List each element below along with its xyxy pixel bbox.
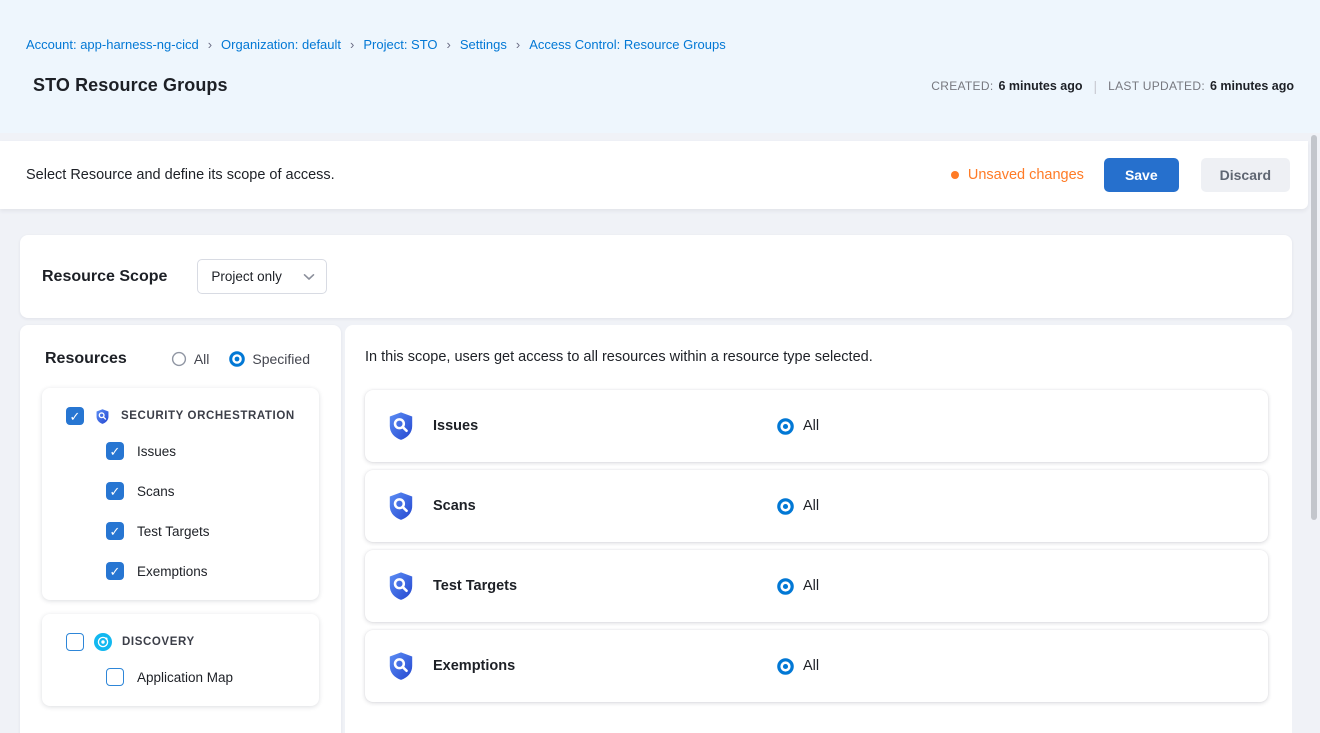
radio-checked-icon [229, 351, 245, 367]
item-label-exemptions[interactable]: Exemptions [137, 564, 208, 579]
access-row-scans: Scans All [365, 470, 1268, 542]
last-updated-value: 6 minutes ago [1210, 79, 1294, 93]
chevron-right-icon: › [516, 38, 520, 51]
access-row-test-targets: Test Targets All [365, 550, 1268, 622]
item-label-issues[interactable]: Issues [137, 444, 176, 459]
content-area: Resource Scope Project only Resources Al… [0, 209, 1308, 733]
sto-shield-icon [385, 570, 417, 602]
scope-description: In this scope, users get access to all r… [365, 349, 1268, 365]
access-radio-test-targets[interactable]: All [777, 578, 819, 595]
created-value: 6 minutes ago [998, 79, 1082, 93]
breadcrumb-organization-link[interactable]: Organization: default [221, 37, 341, 52]
group-discovery: DISCOVERY Application Map [42, 614, 319, 706]
checkbox-test-targets[interactable]: ✓ [106, 522, 124, 540]
item-label-test-targets[interactable]: Test Targets [137, 524, 210, 539]
checkbox-security-orchestration[interactable]: ✓ [66, 407, 84, 425]
resource-scope-label: Resource Scope [42, 268, 167, 286]
group-security-orchestration: ✓ SECURITY ORCHESTRATION ✓ Issues ✓ Scan… [42, 388, 319, 600]
breadcrumb-account-link[interactable]: Account: app-harness-ng-cicd [26, 37, 199, 52]
created-label: CREATED: [931, 79, 993, 93]
group-label-discovery: DISCOVERY [122, 636, 195, 648]
resources-panel-title: Resources [45, 350, 127, 368]
resource-item-test-targets: ✓ Test Targets [42, 511, 319, 551]
access-radio-issues[interactable]: All [777, 418, 819, 435]
unsaved-changes-indicator: Unsaved changes [951, 167, 1084, 183]
resource-item-exemptions: ✓ Exemptions [42, 551, 319, 591]
radio-checked-icon [777, 418, 794, 435]
resource-scope-selected-value: Project only [211, 269, 282, 284]
access-row-issues: Issues All [365, 390, 1268, 462]
action-toolbar: Select Resource and define its scope of … [0, 141, 1308, 209]
row-label-exemptions: Exemptions [433, 658, 515, 674]
checkbox-scans[interactable]: ✓ [106, 482, 124, 500]
save-button[interactable]: Save [1104, 158, 1179, 192]
toolbar-description: Select Resource and define its scope of … [26, 167, 335, 183]
resources-panel: Resources All Specified [20, 325, 341, 733]
access-label-exemptions: All [803, 658, 819, 674]
chevron-right-icon: › [447, 38, 451, 51]
item-label-scans[interactable]: Scans [137, 484, 175, 499]
unsaved-changes-label: Unsaved changes [968, 167, 1084, 183]
page-header: Account: app-harness-ng-cicd › Organizat… [0, 0, 1320, 133]
chevron-down-icon [303, 273, 315, 281]
sto-shield-icon [385, 490, 417, 522]
breadcrumb-settings-link[interactable]: Settings [460, 37, 507, 52]
radio-specified[interactable]: Specified [229, 351, 310, 367]
access-radio-exemptions[interactable]: All [777, 658, 819, 675]
discovery-icon [94, 633, 112, 651]
access-radio-scans[interactable]: All [777, 498, 819, 515]
breadcrumb-project-link[interactable]: Project: STO [363, 37, 437, 52]
access-label-scans: All [803, 498, 819, 514]
radio-unchecked-icon [171, 351, 187, 367]
radio-checked-icon [777, 498, 794, 515]
access-row-exemptions: Exemptions All [365, 630, 1268, 702]
row-label-scans: Scans [433, 498, 476, 514]
scope-detail-panel: In this scope, users get access to all r… [345, 325, 1292, 733]
checkbox-discovery[interactable] [66, 633, 84, 651]
page-title: STO Resource Groups [33, 75, 228, 96]
vertical-scrollbar-thumb[interactable] [1311, 135, 1317, 520]
radio-all[interactable]: All [171, 351, 210, 367]
unsaved-dot-icon [951, 171, 959, 179]
breadcrumb-resource-groups-link[interactable]: Access Control: Resource Groups [529, 37, 726, 52]
sto-shield-icon [94, 408, 111, 425]
access-label-test-targets: All [803, 578, 819, 594]
divider: | [1094, 78, 1098, 94]
radio-checked-icon [777, 578, 794, 595]
checkbox-issues[interactable]: ✓ [106, 442, 124, 460]
row-label-test-targets: Test Targets [433, 578, 517, 594]
radio-checked-icon [777, 658, 794, 675]
timestamps: CREATED: 6 minutes ago | LAST UPDATED: 6… [931, 78, 1294, 94]
chevron-right-icon: › [208, 38, 212, 51]
item-label-application-map[interactable]: Application Map [137, 670, 233, 685]
checkbox-application-map[interactable] [106, 668, 124, 686]
breadcrumb: Account: app-harness-ng-cicd › Organizat… [26, 0, 1294, 52]
sto-shield-icon [385, 410, 417, 442]
last-updated-label: LAST UPDATED: [1108, 79, 1205, 93]
chevron-right-icon: › [350, 38, 354, 51]
resource-scope-card: Resource Scope Project only [20, 235, 1292, 318]
radio-all-label: All [194, 351, 210, 367]
resource-item-application-map: Application Map [42, 657, 319, 697]
discard-button[interactable]: Discard [1201, 158, 1290, 192]
resource-item-issues: ✓ Issues [42, 431, 319, 471]
radio-specified-label: Specified [252, 351, 310, 367]
sto-shield-icon [385, 650, 417, 682]
resource-scope-dropdown[interactable]: Project only [197, 259, 327, 294]
access-label-issues: All [803, 418, 819, 434]
checkbox-exemptions[interactable]: ✓ [106, 562, 124, 580]
resource-item-scans: ✓ Scans [42, 471, 319, 511]
group-label-security-orchestration: SECURITY ORCHESTRATION [121, 410, 295, 422]
row-label-issues: Issues [433, 418, 478, 434]
